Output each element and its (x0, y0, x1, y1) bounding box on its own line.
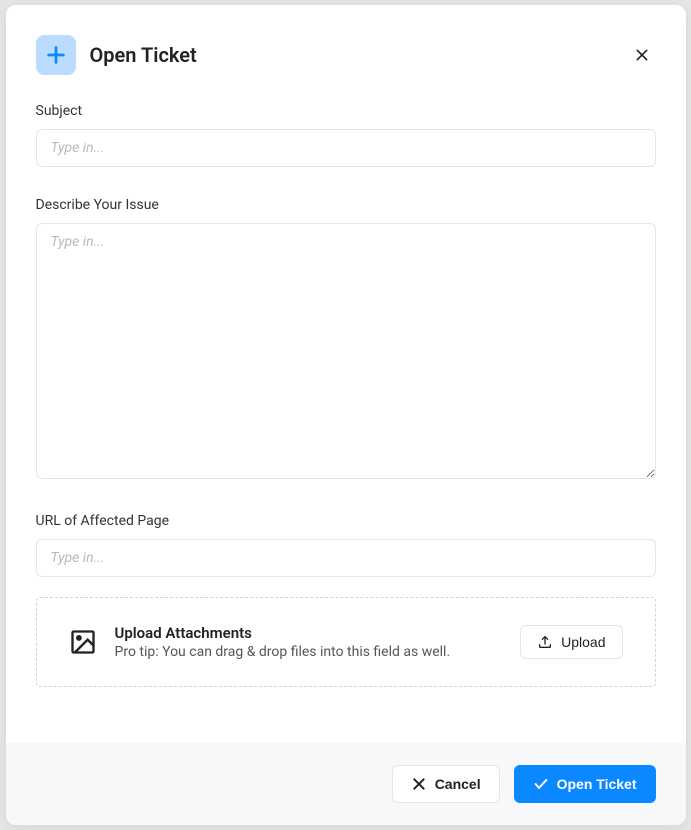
subject-input[interactable] (36, 129, 656, 167)
upload-button-label: Upload (561, 634, 605, 650)
upload-dropzone[interactable]: Upload Attachments Pro tip: You can drag… (36, 597, 656, 687)
upload-icon (537, 634, 553, 650)
issue-textarea[interactable] (36, 223, 656, 479)
plus-icon-wrap (36, 35, 76, 75)
modal-body: Open Ticket Subject Describe Your Issue … (6, 5, 686, 743)
issue-field-block: Describe Your Issue (36, 197, 656, 483)
close-icon (634, 47, 650, 63)
modal-header: Open Ticket (36, 35, 656, 75)
x-icon (411, 776, 427, 792)
upload-text-group: Upload Attachments Pro tip: You can drag… (115, 624, 503, 660)
subject-field-block: Subject (36, 103, 656, 167)
check-icon (533, 776, 549, 792)
url-field-block: URL of Affected Page (36, 513, 656, 577)
upload-subtitle: Pro tip: You can drag & drop files into … (115, 644, 503, 660)
modal-footer: Cancel Open Ticket (6, 743, 686, 825)
subject-label: Subject (36, 103, 656, 119)
upload-title: Upload Attachments (115, 624, 503, 642)
modal-title: Open Ticket (90, 43, 628, 67)
image-icon (69, 628, 97, 656)
open-ticket-modal: Open Ticket Subject Describe Your Issue … (6, 5, 686, 825)
cancel-button-label: Cancel (435, 776, 481, 792)
close-button[interactable] (628, 41, 656, 69)
upload-button[interactable]: Upload (520, 625, 622, 659)
issue-label: Describe Your Issue (36, 197, 656, 213)
url-label: URL of Affected Page (36, 513, 656, 529)
submit-button-label: Open Ticket (557, 776, 637, 792)
plus-icon (45, 44, 67, 66)
url-input[interactable] (36, 539, 656, 577)
cancel-button[interactable]: Cancel (392, 765, 500, 803)
submit-button[interactable]: Open Ticket (514, 765, 656, 803)
